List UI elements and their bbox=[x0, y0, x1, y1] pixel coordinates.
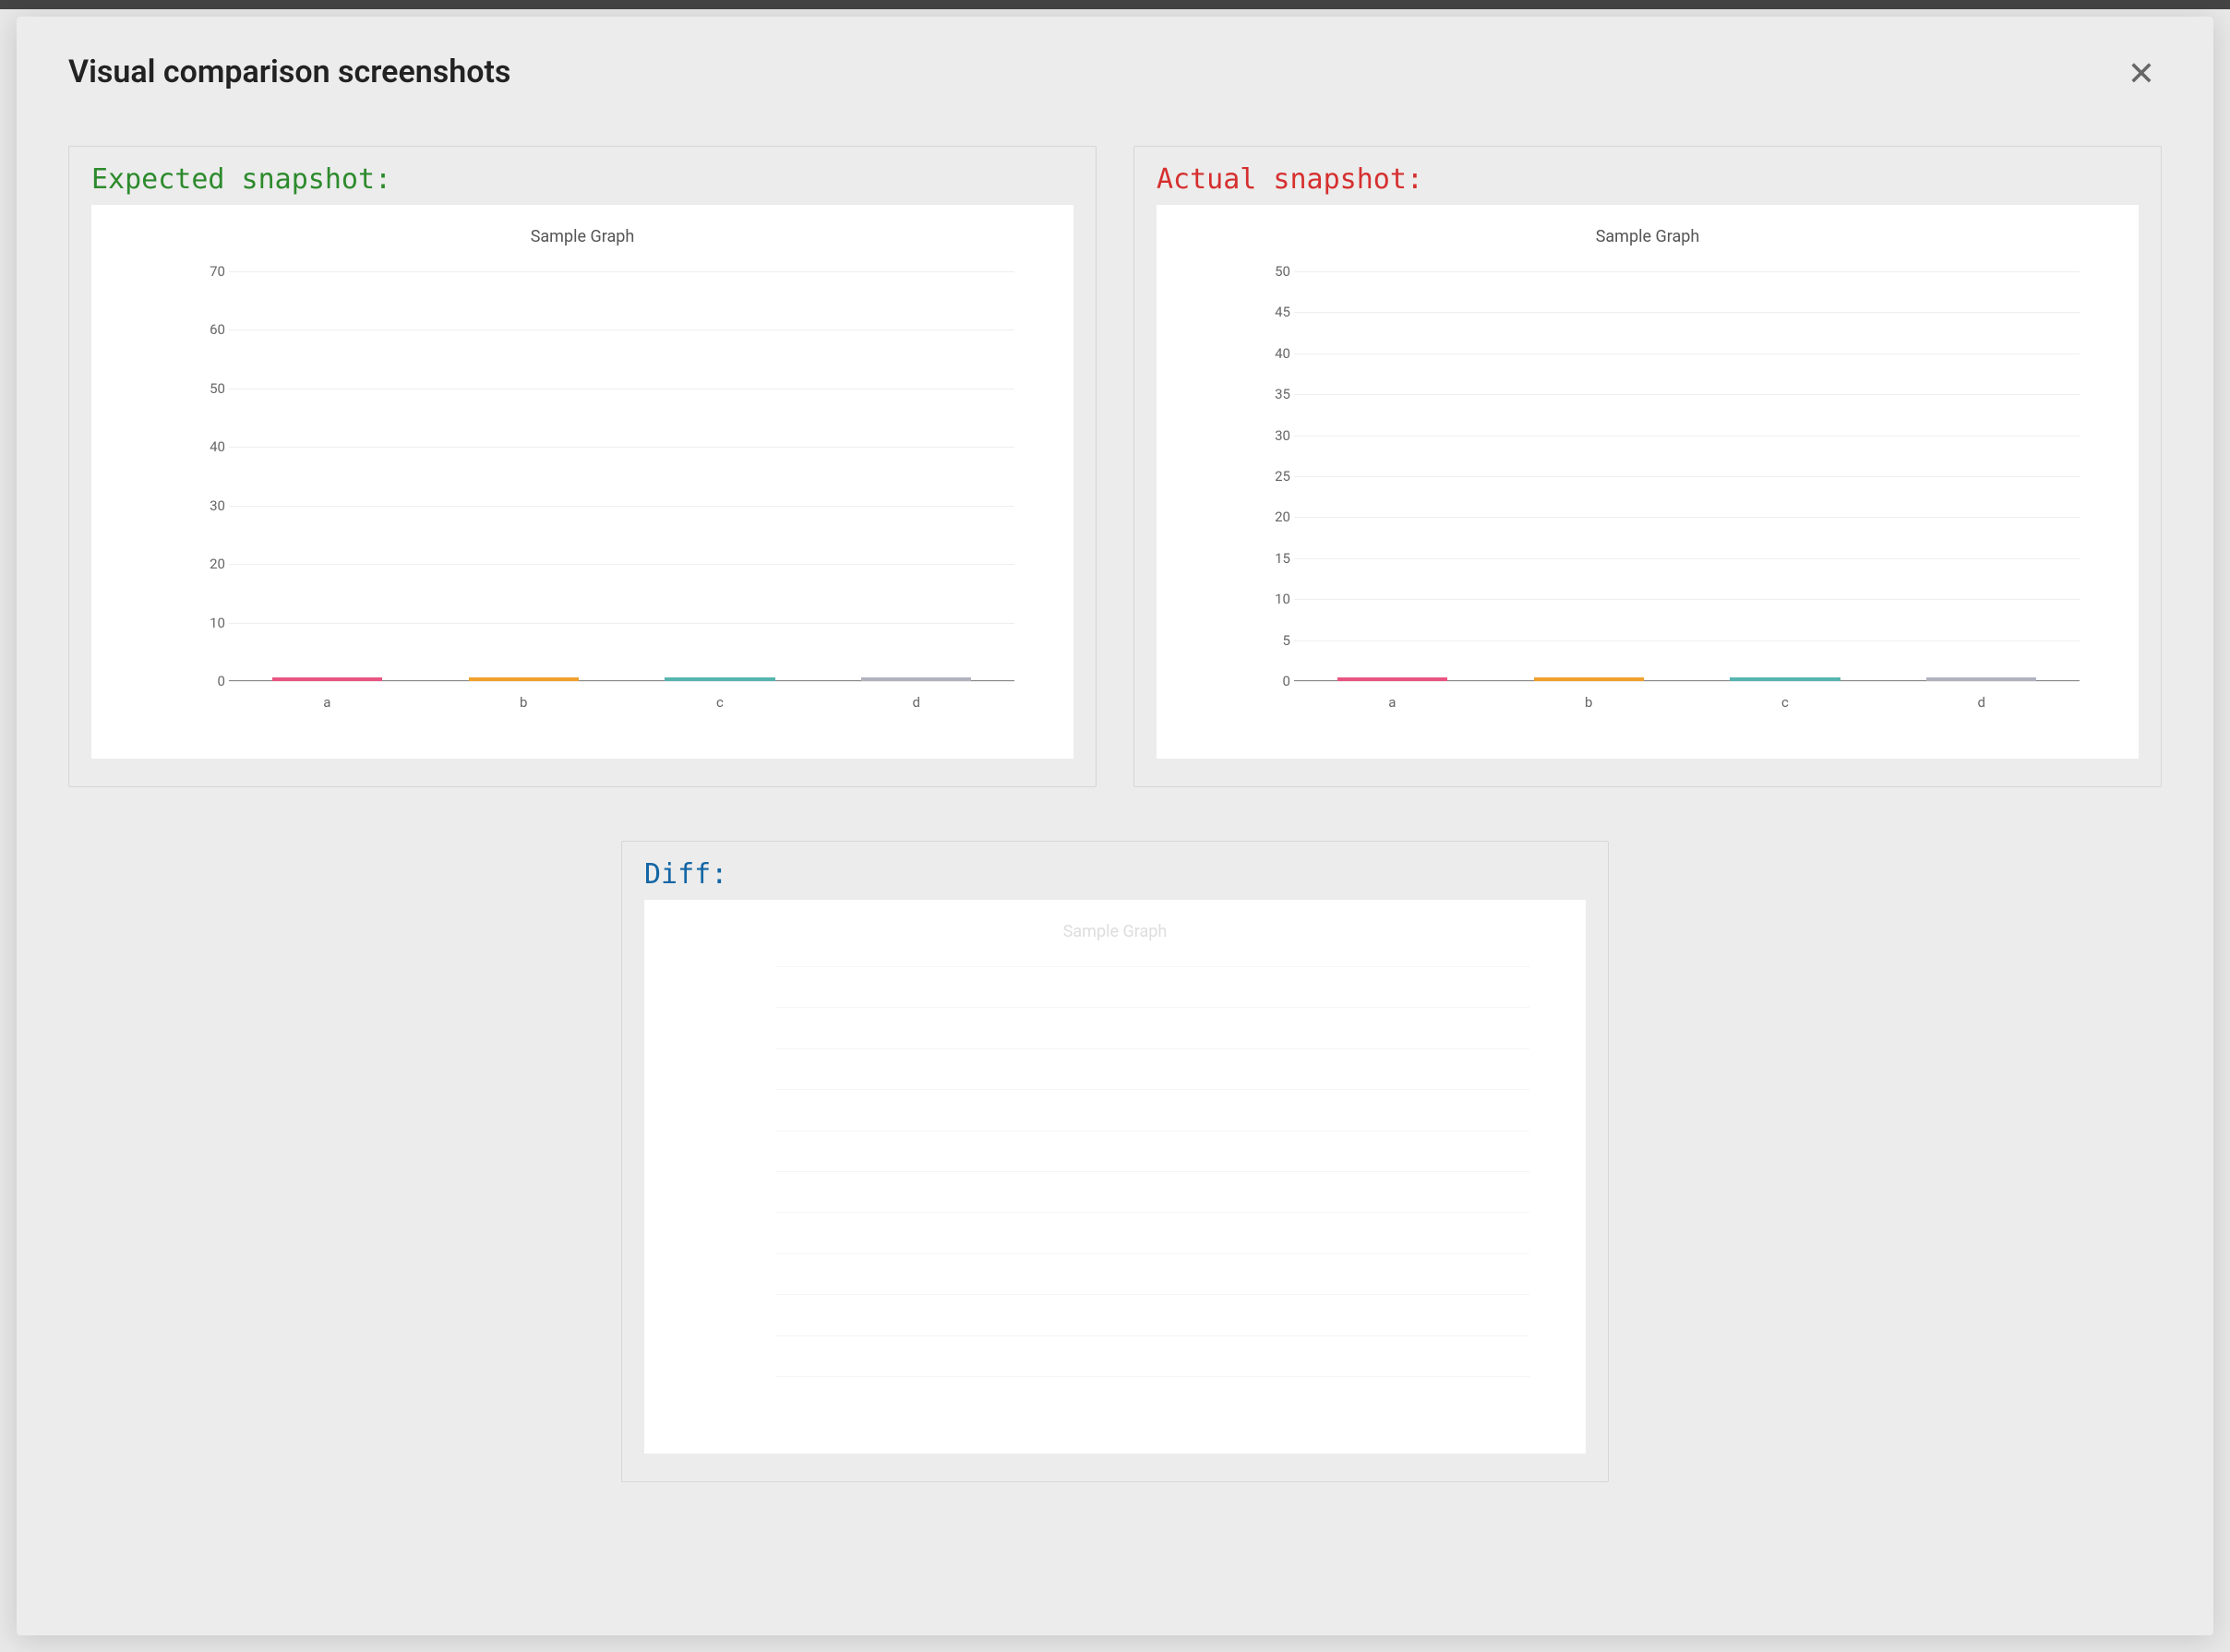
y-tick: 35 bbox=[1253, 386, 1290, 402]
y-tick: 30 bbox=[1253, 427, 1290, 444]
y-tick: 45 bbox=[1253, 304, 1290, 320]
y-tick: 40 bbox=[188, 438, 225, 455]
x-label: b bbox=[520, 694, 527, 711]
bar-b bbox=[469, 677, 579, 681]
y-tick: 10 bbox=[188, 615, 225, 631]
expected-chart-title: Sample Graph bbox=[91, 227, 1073, 246]
x-label: a bbox=[323, 694, 330, 711]
actual-chart-image: Sample Graph 05101520253035404550abcd bbox=[1157, 205, 2139, 759]
diff-chart-plot bbox=[776, 966, 1529, 1376]
bar-d bbox=[1926, 677, 2036, 681]
actual-snapshot-panel: Actual snapshot: Sample Graph 0510152025… bbox=[1133, 146, 2162, 787]
bar-b bbox=[1534, 677, 1644, 681]
x-label: b bbox=[1585, 694, 1592, 711]
y-tick: 25 bbox=[1253, 468, 1290, 485]
y-tick: 0 bbox=[188, 673, 225, 689]
x-label: d bbox=[1978, 694, 1985, 711]
bar-a bbox=[272, 677, 382, 681]
diff-panel: Diff: Sample Graph bbox=[621, 841, 1609, 1482]
y-tick: 50 bbox=[188, 380, 225, 397]
diff-chart-title: Sample Graph bbox=[644, 922, 1586, 941]
window-titlebar bbox=[0, 0, 2230, 9]
y-tick: 5 bbox=[1253, 632, 1290, 649]
actual-snapshot-label: Actual snapshot: bbox=[1157, 163, 2139, 196]
visual-comparison-modal: Visual comparison screenshots ✕ Expected… bbox=[17, 17, 2213, 1635]
diff-chart-image: Sample Graph bbox=[644, 900, 1586, 1454]
x-label: c bbox=[1781, 694, 1789, 711]
modal-header: Visual comparison screenshots ✕ bbox=[68, 54, 2162, 94]
bar-c bbox=[1730, 677, 1840, 681]
diff-label: Diff: bbox=[644, 858, 1586, 891]
close-button[interactable]: ✕ bbox=[2121, 54, 2162, 94]
x-label: a bbox=[1388, 694, 1396, 711]
expected-snapshot-label: Expected snapshot: bbox=[91, 163, 1073, 196]
y-tick: 60 bbox=[188, 321, 225, 338]
expected-chart-plot: 010203040506070abcd bbox=[229, 271, 1014, 681]
diff-panel-row: Diff: Sample Graph bbox=[68, 841, 2162, 1482]
y-tick: 20 bbox=[1253, 509, 1290, 525]
expected-chart-image: Sample Graph 010203040506070abcd bbox=[91, 205, 1073, 759]
y-tick: 10 bbox=[1253, 591, 1290, 607]
expected-snapshot-panel: Expected snapshot: Sample Graph 01020304… bbox=[68, 146, 1097, 787]
y-tick: 15 bbox=[1253, 550, 1290, 567]
bar-a bbox=[1337, 677, 1447, 681]
x-label: c bbox=[716, 694, 724, 711]
y-tick: 40 bbox=[1253, 345, 1290, 362]
actual-chart-title: Sample Graph bbox=[1157, 227, 2139, 246]
close-icon: ✕ bbox=[2128, 54, 2155, 92]
actual-chart-plot: 05101520253035404550abcd bbox=[1294, 271, 2080, 681]
bar-d bbox=[861, 677, 971, 681]
y-tick: 30 bbox=[188, 497, 225, 514]
y-tick: 70 bbox=[188, 263, 225, 280]
x-label: d bbox=[913, 694, 920, 711]
modal-title: Visual comparison screenshots bbox=[68, 54, 510, 90]
y-tick: 0 bbox=[1253, 673, 1290, 689]
bar-c bbox=[665, 677, 774, 681]
y-tick: 50 bbox=[1253, 263, 1290, 280]
y-tick: 20 bbox=[188, 556, 225, 572]
snapshot-panels-row: Expected snapshot: Sample Graph 01020304… bbox=[68, 146, 2162, 787]
